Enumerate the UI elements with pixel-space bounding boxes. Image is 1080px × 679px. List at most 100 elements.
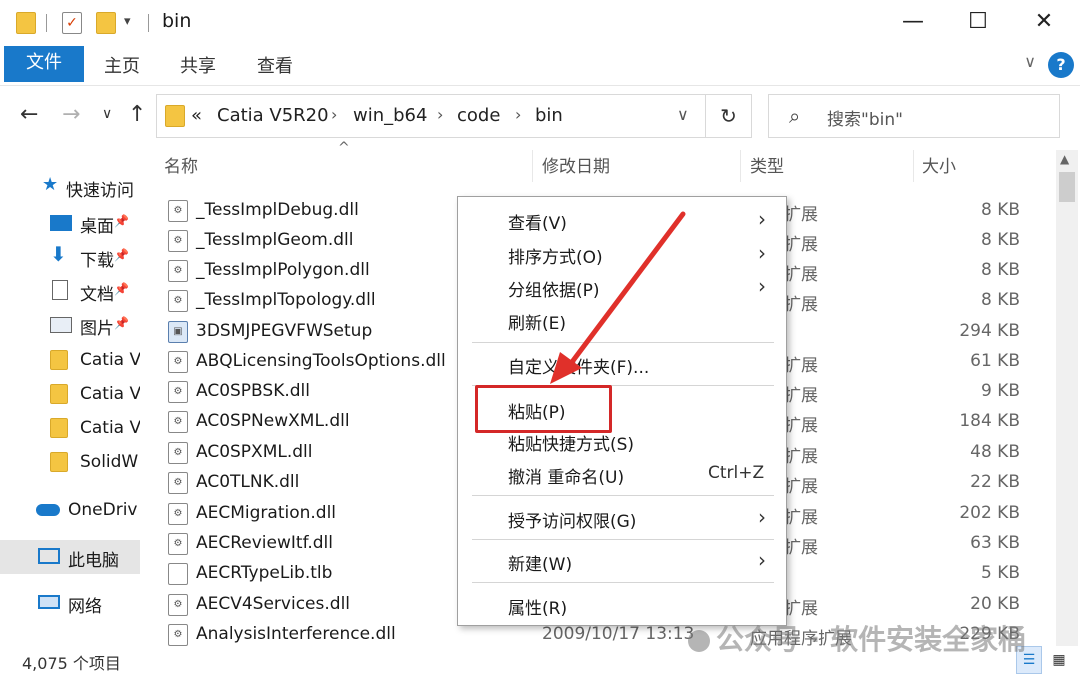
cloud-icon	[36, 504, 60, 516]
menu-item-give-access[interactable]: 授予访问权限(G) ›	[458, 501, 786, 535]
dll-file-icon: ⚙	[168, 411, 188, 433]
breadcrumb-bin[interactable]: bin	[535, 105, 563, 126]
tab-home[interactable]: 主页	[104, 52, 140, 78]
title-bar: ✓ ▾ bin — ☐ ✕	[0, 0, 1080, 46]
tab-file[interactable]: 文件	[4, 46, 84, 82]
sidebar-item-label: Catia V	[80, 384, 140, 404]
help-icon[interactable]: ?	[1048, 52, 1074, 78]
sidebar-item-label: Catia V	[80, 350, 140, 370]
sidebar-item-this-pc[interactable]: 此电脑	[0, 540, 140, 574]
sidebar-item-quick-access[interactable]: ★ 快速访问	[0, 170, 140, 204]
scroll-up-icon[interactable]: ▲	[1060, 152, 1069, 166]
chevron-right-icon: ›	[758, 548, 766, 572]
column-header-date[interactable]: 修改日期	[542, 152, 610, 177]
blank-file-icon	[168, 563, 188, 585]
sidebar-item-label: 此电脑	[68, 551, 119, 571]
breadcrumb-overflow[interactable]: «	[191, 105, 202, 126]
refresh-button[interactable]: ↻	[705, 95, 751, 137]
chevron-right-icon[interactable]: ›	[331, 105, 337, 124]
menu-item-undo-rename[interactable]: 撤消 重命名(U) Ctrl+Z	[458, 457, 786, 491]
column-divider[interactable]	[532, 150, 533, 182]
close-button[interactable]: ✕	[1024, 6, 1064, 38]
file-size: 48 KB	[970, 442, 1020, 462]
sidebar-item-folder[interactable]: SolidW	[0, 446, 140, 480]
menu-item-new[interactable]: 新建(W) ›	[458, 544, 786, 578]
customize-toolbar-icon[interactable]: ▾	[124, 14, 131, 29]
expand-ribbon-icon[interactable]: ∨	[1024, 52, 1036, 71]
file-name: AC0SPBSK.dll	[196, 381, 311, 401]
sidebar-item-onedrive[interactable]: OneDriv	[0, 494, 140, 528]
sidebar-item-documents[interactable]: 文档 📌	[0, 274, 140, 308]
sidebar-item-label: 图片	[80, 319, 114, 339]
pin-icon: 📌	[114, 214, 129, 228]
up-button[interactable]: ↑	[128, 102, 146, 127]
picture-icon	[50, 317, 72, 333]
file-name: _TessImplPolygon.dll	[196, 260, 370, 280]
file-size: 8 KB	[980, 200, 1020, 220]
column-divider[interactable]	[913, 150, 914, 182]
breadcrumb-win-b64[interactable]: win_b64	[353, 105, 427, 126]
menu-item-customize-folder[interactable]: 自定义文件夹(F)...	[458, 347, 786, 381]
column-header-type[interactable]: 类型	[750, 152, 784, 177]
column-header-size[interactable]: 大小	[922, 152, 956, 177]
sidebar-item-pictures[interactable]: 图片 📌	[0, 308, 140, 342]
sidebar-item-folder[interactable]: Catia V	[0, 378, 140, 412]
pin-icon: 📌	[114, 316, 129, 330]
menu-item-view[interactable]: 查看(V) ›	[458, 203, 786, 237]
document-icon	[52, 280, 68, 300]
breadcrumb-catia[interactable]: Catia V5R20	[217, 105, 329, 126]
file-size: 9 KB	[980, 381, 1020, 401]
properties-icon[interactable]: ✓	[62, 12, 82, 34]
forward-button[interactable]: →	[62, 102, 80, 127]
navigation-pane: ★ 快速访问 桌面 📌 ⬇ 下载 📌 文档 📌 图片 📌 Catia V Cat…	[0, 150, 140, 650]
column-divider[interactable]	[740, 150, 741, 182]
file-name: AECRTypeLib.tlb	[196, 563, 333, 583]
recent-locations-button[interactable]: ∨	[102, 106, 112, 122]
ribbon-tabs: 文件 主页 共享 查看 ∨ ?	[0, 46, 1080, 86]
folder-icon	[50, 418, 68, 438]
dll-file-icon: ⚙	[168, 230, 188, 252]
new-folder-icon[interactable]	[96, 12, 116, 34]
menu-item-label: 分组依据(P)	[508, 281, 600, 301]
sidebar-item-label: Catia V	[80, 418, 140, 438]
sidebar-item-downloads[interactable]: ⬇ 下载 📌	[0, 240, 140, 274]
chevron-right-icon: ›	[758, 505, 766, 529]
menu-item-properties[interactable]: 属性(R)	[458, 588, 786, 622]
menu-item-sort-by[interactable]: 排序方式(O) ›	[458, 237, 786, 271]
menu-item-refresh[interactable]: 刷新(E)	[458, 303, 786, 337]
search-box[interactable]: ⌕ 搜索"bin"	[768, 94, 1060, 138]
sidebar-item-label: 快速访问	[66, 181, 134, 201]
scrollbar-thumb[interactable]	[1059, 172, 1075, 202]
dll-file-icon: ⚙	[168, 200, 188, 222]
file-name: 3DSMJPEGVFWSetup	[196, 321, 373, 341]
menu-separator	[472, 342, 774, 343]
tab-share[interactable]: 共享	[180, 52, 216, 78]
address-bar[interactable]: « Catia V5R20 › win_b64 › code › bin ∨ ↻	[156, 94, 752, 138]
large-icons-view-icon[interactable]: ▦	[1046, 646, 1072, 674]
sidebar-item-label: 文档	[80, 285, 114, 305]
file-name: _TessImplGeom.dll	[196, 230, 354, 250]
sidebar-item-folder[interactable]: Catia V	[0, 344, 140, 378]
menu-item-label: 排序方式(O)	[508, 248, 603, 268]
maximize-button[interactable]: ☐	[958, 6, 998, 38]
vertical-scrollbar[interactable]: ▲	[1056, 150, 1078, 646]
menu-item-label: 自定义文件夹(F)...	[508, 358, 650, 378]
chevron-right-icon[interactable]: ›	[515, 105, 521, 124]
menu-item-group-by[interactable]: 分组依据(P) ›	[458, 270, 786, 304]
sidebar-item-desktop[interactable]: 桌面 📌	[0, 206, 140, 240]
back-button[interactable]: ←	[20, 102, 38, 127]
column-header-name[interactable]: 名称	[164, 152, 198, 177]
file-name: AC0TLNK.dll	[196, 472, 300, 492]
tab-view[interactable]: 查看	[257, 52, 293, 78]
dll-file-icon: ⚙	[168, 503, 188, 525]
search-input[interactable]: 搜索"bin"	[827, 105, 903, 130]
chevron-right-icon[interactable]: ›	[437, 105, 443, 124]
file-size: 8 KB	[980, 230, 1020, 250]
dll-file-icon: ⚙	[168, 260, 188, 282]
minimize-button[interactable]: —	[893, 6, 933, 38]
sidebar-item-network[interactable]: 网络	[0, 586, 140, 620]
address-dropdown-icon[interactable]: ∨	[677, 105, 689, 124]
breadcrumb-code[interactable]: code	[457, 105, 500, 126]
sidebar-item-label: 桌面	[80, 217, 114, 237]
sidebar-item-folder[interactable]: Catia V	[0, 412, 140, 446]
